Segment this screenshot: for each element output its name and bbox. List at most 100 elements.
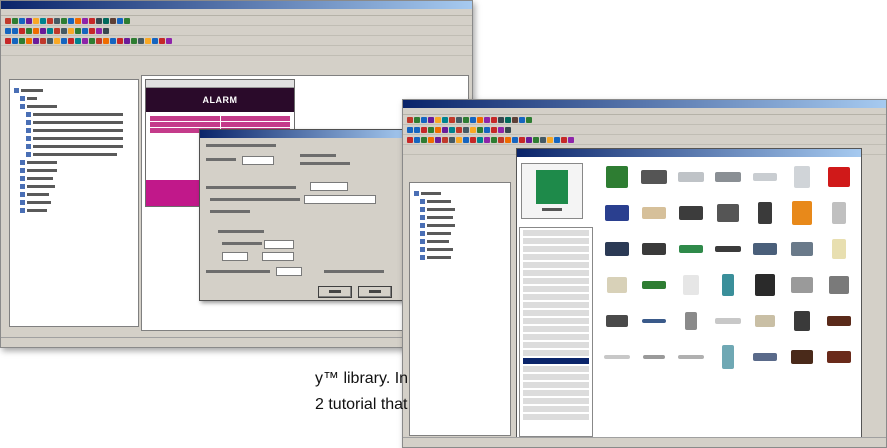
checkbox-label[interactable] [210,210,250,213]
toolbar-button-icon[interactable] [554,136,560,143]
toolbar-button-icon[interactable] [456,116,462,123]
toolbar-button-icon[interactable] [145,37,151,44]
category-item[interactable] [523,414,589,420]
toolbar-button-icon[interactable] [512,116,518,123]
category-item[interactable] [523,246,589,252]
tree-item[interactable] [10,94,138,102]
category-item[interactable] [523,342,589,348]
toolbar-button-icon[interactable] [124,17,130,24]
toolbar-button-icon[interactable] [96,27,102,34]
toolbar-button-icon[interactable] [561,136,567,143]
toolbar-button-icon[interactable] [470,116,476,123]
category-item[interactable] [523,358,589,364]
equipment-symbol-icon[interactable] [827,351,852,363]
equipment-symbol-icon[interactable] [753,243,778,255]
toolbar-button-icon[interactable] [103,17,109,24]
toolbar-button-icon[interactable] [491,136,497,143]
tree-item[interactable] [10,142,138,150]
equipment-symbol-icon[interactable] [753,353,778,361]
toolbar-button-icon[interactable] [463,126,469,133]
toolbar-button-icon[interactable] [547,136,553,143]
toolbar-row-2[interactable] [403,125,886,135]
toolbar-button-icon[interactable] [96,37,102,44]
toolbar-button-icon[interactable] [428,136,434,143]
toolbar-button-icon[interactable] [131,37,137,44]
equipment-symbol-icon[interactable] [755,274,776,296]
toolbar-button-icon[interactable] [47,37,53,44]
toolbar-button-icon[interactable] [33,37,39,44]
toolbar-button-icon[interactable] [110,17,116,24]
combo-field[interactable] [222,252,248,261]
tree-item[interactable] [10,158,138,166]
toolbar-button-icon[interactable] [89,17,95,24]
equipment-symbol-icon[interactable] [753,173,778,181]
toolbar-button-icon[interactable] [456,126,462,133]
toolbar-row-3[interactable] [403,135,886,145]
library-browser[interactable] [516,148,862,438]
toolbar-button-icon[interactable] [152,37,158,44]
toolbar-button-icon[interactable] [75,27,81,34]
project-tree[interactable] [9,79,139,327]
toolbar-button-icon[interactable] [96,17,102,24]
toolbar-button-icon[interactable] [421,126,427,133]
equipment-symbol-icon[interactable] [794,311,811,331]
tree-item[interactable] [10,118,138,126]
properties-dialog[interactable] [199,129,409,301]
category-list[interactable] [519,227,593,437]
category-item[interactable] [523,278,589,284]
ok-button[interactable] [318,286,352,298]
toolbar-button-icon[interactable] [117,17,123,24]
tree-item[interactable] [10,126,138,134]
tree-item[interactable] [10,190,138,198]
interval-field[interactable] [276,267,302,276]
category-item[interactable] [523,406,589,412]
equipment-symbol-icon[interactable] [678,245,703,253]
toolbar-button-icon[interactable] [498,126,504,133]
toolbar-button-icon[interactable] [61,37,67,44]
tree-item[interactable] [410,189,510,197]
toolbar-button-icon[interactable] [5,27,11,34]
toolbar-button-icon[interactable] [103,27,109,34]
toolbar-button-icon[interactable] [82,37,88,44]
equipment-symbol-icon[interactable] [604,242,629,256]
equipment-symbol-icon[interactable] [604,205,629,221]
toolbar-button-icon[interactable] [491,126,497,133]
toolbar-button-icon[interactable] [40,17,46,24]
toolbar-button-icon[interactable] [407,136,413,143]
toolbar-button-icon[interactable] [47,17,53,24]
equipment-symbol-icon[interactable] [641,207,666,219]
tree-item[interactable] [10,182,138,190]
toolbar-button-icon[interactable] [40,37,46,44]
toolbar-button-icon[interactable] [89,27,95,34]
tree-item[interactable] [10,166,138,174]
toolbar-button-icon[interactable] [138,37,144,44]
equipment-symbol-icon[interactable] [714,172,741,182]
toolbar-button-icon[interactable] [54,37,60,44]
toolbar-button-icon[interactable] [421,136,427,143]
checkbox-label[interactable] [210,198,300,201]
tree-item[interactable] [10,198,138,206]
toolbar-button-icon[interactable] [33,17,39,24]
menu-bar[interactable] [403,108,886,115]
toolbar-row-2[interactable] [1,26,472,36]
tree-item[interactable] [10,102,138,110]
toolbar-button-icon[interactable] [47,27,53,34]
equipment-symbol-icon[interactable] [641,319,666,323]
toolbar-button-icon[interactable] [442,136,448,143]
toolbar-button-icon[interactable] [5,17,11,24]
toolbar-button-icon[interactable] [442,126,448,133]
toolbar-button-icon[interactable] [526,136,532,143]
equipment-symbol-icon[interactable] [791,277,814,293]
equipment-symbol-icon[interactable] [677,355,704,359]
toolbar-button-icon[interactable] [526,116,532,123]
toolbar-button-icon[interactable] [470,136,476,143]
equipment-symbol-icon[interactable] [791,242,814,256]
equipment-symbol-icon[interactable] [677,172,704,182]
tree-item[interactable] [10,150,138,158]
equipment-symbol-icon[interactable] [832,239,847,259]
category-item[interactable] [523,318,589,324]
equipment-symbol-icon[interactable] [714,246,741,252]
toolbar-button-icon[interactable] [54,17,60,24]
equipment-symbol-icon[interactable] [758,202,773,224]
toolbar-button-icon[interactable] [75,17,81,24]
